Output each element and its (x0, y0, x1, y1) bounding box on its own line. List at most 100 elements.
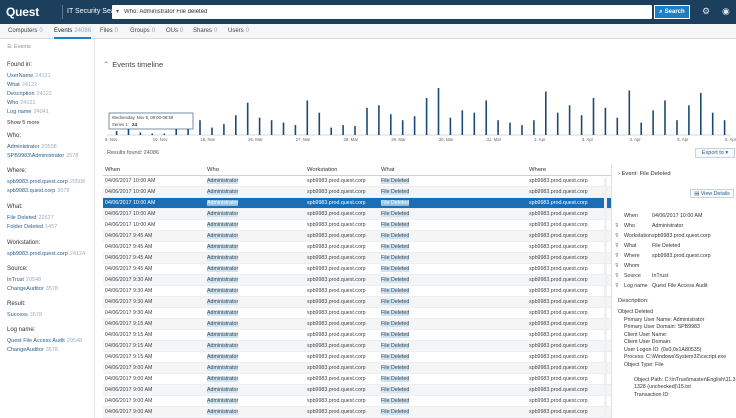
table-row[interactable]: 04/06/2017 9:00 AM Administrator spb9983.p… (103, 396, 611, 407)
timeline-bar[interactable] (461, 110, 464, 135)
filter-found-in-what[interactable]: What 24122 (7, 82, 37, 88)
view-details-button[interactable]: ▤ View Details (690, 189, 734, 198)
col-what-header[interactable]: What (381, 167, 395, 173)
timeline-bar[interactable] (604, 107, 607, 135)
filter-where-quest[interactable]: spb9983.quest.corp 3578 (7, 188, 70, 194)
timeline-bar[interactable] (485, 100, 487, 135)
timeline-bar[interactable] (401, 120, 404, 135)
timeline-bar[interactable] (580, 115, 583, 135)
timeline-bar[interactable] (711, 112, 714, 135)
table-row[interactable]: 04/06/2017 9:45 AM Administrator spb9983.p… (103, 264, 611, 275)
timeline-bar[interactable] (509, 122, 511, 135)
timeline-bar[interactable] (628, 90, 631, 136)
timeline-bar[interactable] (258, 117, 261, 135)
settings-gear-icon[interactable]: ⚙ (702, 6, 710, 17)
timeline-bar[interactable] (390, 114, 392, 135)
timeline-bar[interactable] (354, 126, 356, 135)
timeline-bar[interactable] (318, 112, 321, 135)
filter-source-changeauditor[interactable]: ChangeAuditor 3578 (7, 286, 58, 292)
event-details-title[interactable]: › Event: File Deleted (618, 171, 671, 177)
table-row[interactable]: 04/06/2017 9:45 AM Administrator spb9983.p… (103, 242, 611, 253)
table-row[interactable]: 04/06/2017 10:00 AM Administrator spb9983.… (103, 209, 611, 220)
filter-who-spb-administrator[interactable]: SPB9983\Administrator 3578 (7, 153, 78, 159)
filter-funnel-icon[interactable]: ⊽ (615, 243, 619, 249)
col-where-header[interactable]: Where (529, 167, 546, 173)
filter-log-changeauditor[interactable]: ChangeAuditor 3578 (7, 347, 58, 353)
timeline-bar[interactable] (425, 97, 428, 135)
search-box[interactable]: ▾ (112, 5, 652, 19)
table-row[interactable]: 04/06/2017 10:00 AM Administrator spb9983.… (103, 198, 611, 209)
filter-what-folder-deleted[interactable]: Folder Deleted 1457 (7, 224, 57, 230)
filter-funnel-icon[interactable]: ⊽ (615, 283, 619, 289)
table-row[interactable]: 04/06/2017 9:30 AM Administrator spb9983.p… (103, 286, 611, 297)
grid-scrollbar[interactable] (604, 178, 607, 418)
timeline-bar[interactable] (163, 133, 166, 136)
filter-workstation-prod[interactable]: spb9983.prod.quest.corp 24124 (7, 251, 85, 257)
timeline-bar[interactable] (521, 125, 523, 135)
timeline-bar[interactable] (676, 120, 678, 135)
table-row[interactable]: 04/06/2017 9:15 AM Administrator spb9983.p… (103, 352, 611, 363)
timeline-bar[interactable] (413, 116, 416, 135)
col-workstation-header[interactable]: Workstation (307, 167, 338, 173)
search-input[interactable] (124, 6, 644, 18)
filter-result-success[interactable]: Success 3578 (7, 312, 42, 318)
timeline-bar[interactable] (592, 97, 595, 135)
tab-groups[interactable]: Groups 0 (130, 24, 155, 39)
table-row[interactable]: 04/06/2017 9:30 AM Administrator spb9983.p… (103, 275, 611, 286)
filter-found-in-description[interactable]: Description 24122 (7, 91, 52, 97)
timeline-bar[interactable] (223, 124, 225, 135)
filter-found-in-username[interactable]: UserName 24121 (7, 73, 51, 79)
timeline-bar[interactable] (330, 127, 332, 135)
timeline-bar[interactable] (473, 112, 476, 135)
timeline-bar[interactable] (378, 105, 380, 135)
help-icon[interactable]: ◉ (722, 6, 730, 17)
tab-files[interactable]: Files 0 (100, 24, 118, 39)
filter-funnel-icon[interactable]: ⊽ (615, 233, 619, 239)
tab-computers[interactable]: Computers 0 (8, 24, 43, 39)
filter-funnel-icon[interactable]: ⊽ (615, 253, 619, 259)
timeline-bar[interactable] (449, 117, 452, 135)
timeline-bar[interactable] (437, 88, 440, 135)
filter-source-intrust[interactable]: InTrust 20548 (7, 277, 41, 283)
table-row[interactable]: 04/06/2017 10:00 AM Administrator spb9983.… (103, 176, 611, 187)
timeline-bar[interactable] (139, 132, 142, 136)
table-row[interactable]: 04/06/2017 9:00 AM Administrator spb9983.p… (103, 374, 611, 385)
table-row[interactable]: 04/06/2017 9:15 AM Administrator spb9983.p… (103, 330, 611, 341)
tab-users[interactable]: Users 0 (228, 24, 249, 39)
search-button[interactable]: ⌕ Search (654, 5, 690, 19)
filter-log-quest-file-access[interactable]: Quest File Access Audit 20548 (7, 338, 82, 344)
tab-shares[interactable]: Shares 0 (193, 24, 217, 39)
filter-funnel-icon[interactable]: ⊽ (615, 223, 619, 229)
filter-found-in-who[interactable]: Who 24121 (7, 100, 36, 106)
filter-funnel-icon[interactable]: ⊽ (615, 263, 619, 269)
timeline-bar[interactable] (199, 120, 201, 135)
timeline-bar[interactable] (294, 125, 297, 135)
timeline-bar[interactable] (688, 105, 690, 135)
filter-found-in-log-name[interactable]: Log name 24041 (7, 109, 49, 115)
filter-funnel-icon[interactable]: ⊽ (615, 273, 619, 279)
timeline-bar[interactable] (700, 92, 702, 135)
timeline-bar[interactable] (616, 117, 619, 135)
table-row[interactable]: 04/06/2017 10:00 AM Administrator spb9983.… (103, 187, 611, 198)
search-scope-dropdown-icon[interactable]: ▾ (116, 8, 119, 15)
table-row[interactable]: 04/06/2017 10:00 AM Administrator spb9983.… (103, 220, 611, 231)
table-row[interactable]: 04/06/2017 9:30 AM Administrator spb9983.p… (103, 297, 611, 308)
col-who-header[interactable]: Who (207, 167, 219, 173)
timeline-bar[interactable] (533, 120, 535, 135)
timeline-bar[interactable] (497, 120, 499, 135)
timeline-bar[interactable] (366, 107, 368, 135)
col-when-header[interactable]: When (105, 167, 120, 173)
table-row[interactable]: 04/06/2017 9:30 AM Administrator spb9983.p… (103, 308, 611, 319)
table-row[interactable]: 04/06/2017 9:15 AM Administrator spb9983.p… (103, 319, 611, 330)
table-row[interactable]: 04/06/2017 9:45 AM Administrator spb9983.p… (103, 231, 611, 242)
timeline-bar[interactable] (270, 120, 273, 135)
filter-where-prod[interactable]: spb9983.prod.quest.corp 20508 (7, 179, 85, 185)
timeline-bar[interactable] (235, 115, 237, 135)
timeline-bar[interactable] (664, 100, 666, 135)
timeline-bar[interactable] (246, 102, 249, 135)
timeline-bar[interactable] (545, 91, 547, 136)
table-row[interactable]: 04/06/2017 9:00 AM Administrator spb9983.p… (103, 407, 611, 418)
table-row[interactable]: 04/06/2017 9:15 AM Administrator spb9983.p… (103, 341, 611, 352)
tab-events[interactable]: Events 24086 (54, 24, 92, 39)
table-row[interactable]: 04/06/2017 9:00 AM Administrator spb9983.p… (103, 385, 611, 396)
